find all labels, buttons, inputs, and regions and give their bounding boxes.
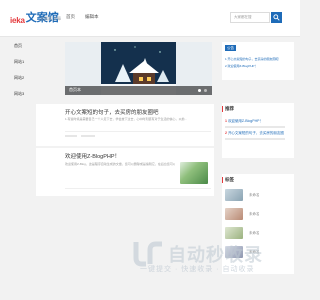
logo-mark: ieka [10, 16, 25, 25]
search-input[interactable]: 大家都在搜 [230, 12, 270, 23]
meta-placeholder [65, 135, 77, 137]
article-excerpt: 欢迎使用Z-Blog，这是程序自动生成的文章，您可以删除或是编辑它，在后台您可以… [65, 162, 175, 166]
article-meta [65, 135, 235, 138]
left-nav-item[interactable]: 首页 [14, 43, 34, 49]
tag-item[interactable]: 未命名 [225, 189, 260, 201]
slider-dot-active[interactable] [198, 89, 201, 92]
notice-panel: 公告 1.开心文案短的句子，去买房的朋友圈吧 2.欢迎使用Z-BlogPHP！ [222, 42, 294, 80]
rank-number: 2 [225, 131, 227, 135]
notice-line[interactable]: 2.欢迎使用Z-BlogPHP！ [225, 64, 293, 68]
heading-accent [222, 106, 223, 112]
tag-label: 未命名 [249, 211, 260, 216]
recommend-title: 开心文案短的句子，去买房的朋友圈 [227, 131, 284, 135]
featured-slider[interactable]: 首页本 [65, 42, 212, 95]
rank-number: 1 [225, 119, 227, 123]
watermark: 自动秒收录 一键提交 · 快速收录 · 自动收录 [128, 236, 293, 281]
slider-caption-bar: 首页本 [65, 86, 212, 95]
logo-subtitle: 文案网 文章 [40, 16, 62, 21]
top-nav: 首页 编辑本 [66, 14, 99, 20]
article-card: 欢迎使用Z-BlogPHP！ 欢迎使用Z-Blog，这是程序自动生成的文章，您可… [36, 148, 214, 196]
search-icon[interactable] [271, 12, 282, 23]
recommend-item[interactable]: 2 开心文案短的句子，去买房的朋友圈 [225, 131, 284, 136]
top-header: ieka 文案馆 文案网 文章 首页 编辑本 大家都在搜 [0, 0, 300, 37]
left-nav-item[interactable]: 网站3 [14, 91, 34, 97]
tag-label: 未命名 [249, 192, 260, 197]
nav-edit[interactable]: 编辑本 [85, 14, 99, 20]
divider [65, 131, 211, 132]
meta-placeholder [225, 138, 285, 140]
tag-thumbnail [225, 208, 243, 220]
tag-item[interactable]: 未命名 [225, 208, 260, 220]
article-card: 开心文案短的句子，去买房的朋友圈吧 1.有些时候是需要自己一个人走下去，学会放下… [36, 104, 214, 146]
article-title[interactable]: 欢迎使用Z-BlogPHP！ [65, 152, 120, 160]
tag-thumbnail [225, 189, 243, 201]
recommend-panel: 推荐 1 欢迎使用Z-BlogPHP！ 2 开心文案短的句子，去买房的朋友圈 [222, 103, 294, 158]
article-thumbnail[interactable] [180, 162, 208, 184]
slider-dot[interactable] [204, 89, 207, 92]
left-nav-item[interactable]: 网站1 [14, 59, 34, 65]
divider [65, 188, 211, 189]
recommend-heading: 推荐 [225, 106, 234, 111]
watermark-subtext: 一键提交 · 快速收录 · 自动收录 [140, 266, 255, 273]
left-nav-item[interactable]: 网站2 [14, 75, 34, 81]
article-title[interactable]: 开心文案短的句子，去买房的朋友圈吧 [65, 108, 159, 116]
recommend-item[interactable]: 1 欢迎使用Z-BlogPHP！ [225, 119, 263, 124]
meta-placeholder [81, 135, 95, 137]
heading-accent [222, 177, 223, 183]
tags-heading: 标签 [225, 177, 234, 182]
nav-home[interactable]: 首页 [66, 14, 75, 20]
notice-line[interactable]: 1.开心文案短的句子，去买房的朋友圈吧 [225, 57, 293, 61]
recommend-title: 欢迎使用Z-BlogPHP！ [227, 119, 263, 123]
tag-label: 未命名 [249, 230, 260, 235]
left-sidebar: 首页 网站1 网站2 网站3 [14, 36, 34, 97]
article-excerpt: 1.有些时候是需要自己一个人走下去，学会放下过去，心中时刻装有对于生活的信心，以… [65, 117, 188, 121]
notice-tag: 公告 [225, 45, 236, 51]
meta-placeholder [225, 126, 285, 128]
slider-title: 首页本 [69, 87, 81, 92]
